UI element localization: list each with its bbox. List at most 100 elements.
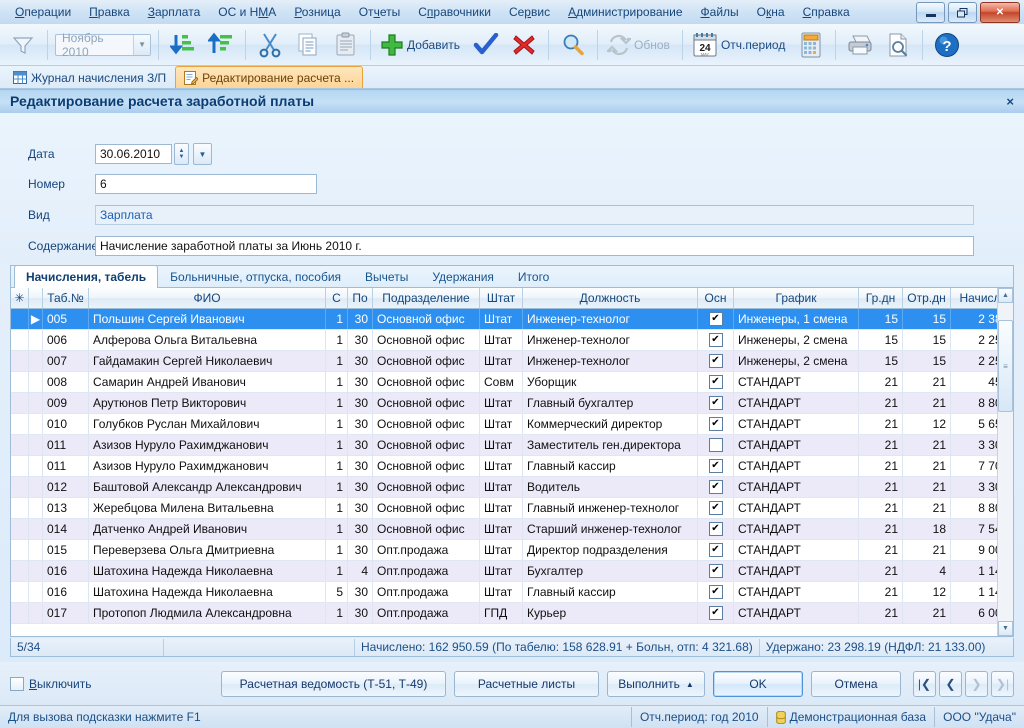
- column-header-fio[interactable]: ФИО: [89, 288, 326, 308]
- checkbox-main-position[interactable]: ✔: [709, 585, 723, 599]
- table-row[interactable]: ▶005Польшин Сергей Иванович130Основной о…: [11, 309, 1013, 330]
- column-header-dept[interactable]: Подразделение: [373, 288, 480, 308]
- scroll-thumb[interactable]: ≡: [998, 320, 1013, 412]
- close-button[interactable]: ✕: [980, 2, 1020, 23]
- column-header-sched[interactable]: График: [734, 288, 859, 308]
- column-header-tabno[interactable]: Таб.№: [43, 288, 89, 308]
- column-header-s[interactable]: С: [326, 288, 348, 308]
- checkbox-main-position[interactable]: ✔: [709, 480, 723, 494]
- checkbox-main-position[interactable]: ✔: [709, 396, 723, 410]
- checkbox-main-position[interactable]: ✔: [709, 417, 723, 431]
- table-row[interactable]: 016Шатохина Надежда Николаевна530Опт.про…: [11, 582, 1013, 603]
- column-header-po[interactable]: По: [348, 288, 373, 308]
- kind-value[interactable]: Зарплата: [95, 205, 974, 225]
- number-input[interactable]: 6: [95, 174, 317, 194]
- checkbox-main-position[interactable]: ✔: [709, 375, 723, 389]
- cancel-button[interactable]: Отмена: [811, 671, 901, 697]
- scroll-down-button[interactable]: ▼: [998, 621, 1013, 636]
- print-button[interactable]: [841, 26, 879, 64]
- checkbox-main-position[interactable]: ✔: [709, 522, 723, 536]
- tab-4[interactable]: Итого: [506, 265, 561, 287]
- content-input[interactable]: Начисление заработной платы за Июнь 2010…: [95, 236, 974, 256]
- table-row[interactable]: 014Датченко Андрей Иванович130Основной о…: [11, 519, 1013, 540]
- menu-item-6[interactable]: Справочники: [409, 2, 500, 22]
- nav-first-button[interactable]: |❮: [913, 671, 936, 697]
- table-row[interactable]: 011Азизов Нуруло Рахимджанович130Основно…: [11, 456, 1013, 477]
- menu-item-7[interactable]: Сервис: [500, 2, 559, 22]
- disable-checkbox[interactable]: [10, 677, 24, 691]
- menu-item-2[interactable]: Зарплата: [139, 2, 210, 22]
- table-row[interactable]: 017Протопоп Людмила Александровна130Опт.…: [11, 603, 1013, 624]
- tab-2[interactable]: Вычеты: [353, 265, 420, 287]
- menu-item-10[interactable]: Окна: [748, 2, 794, 22]
- column-header-osn[interactable]: Осн: [698, 288, 734, 308]
- payslips-button[interactable]: Расчетные листы: [454, 671, 599, 697]
- tab-3[interactable]: Удержания: [420, 265, 506, 287]
- minimize-button[interactable]: [916, 2, 945, 23]
- delete-button[interactable]: [505, 26, 543, 64]
- restore-button[interactable]: [948, 2, 977, 23]
- menu-item-8[interactable]: Администрирование: [559, 2, 691, 22]
- filter-button[interactable]: [4, 26, 42, 64]
- table-row[interactable]: 012Баштовой Александр Александрович130Ос…: [11, 477, 1013, 498]
- table-row[interactable]: 016Шатохина Надежда Николаевна14Опт.прод…: [11, 561, 1013, 582]
- add-button[interactable]: Добавить: [376, 26, 467, 64]
- print-preview-button[interactable]: [879, 26, 917, 64]
- table-row[interactable]: 009Арутюнов Петр Викторович130Основной о…: [11, 393, 1013, 414]
- column-header-post[interactable]: Должность: [523, 288, 698, 308]
- cut-button[interactable]: [251, 26, 289, 64]
- table-row[interactable]: 008Самарин Андрей Иванович130Основной оф…: [11, 372, 1013, 393]
- checkbox-main-position[interactable]: ✔: [709, 312, 723, 326]
- disable-checkbox-row[interactable]: Выключить: [10, 677, 91, 691]
- menu-item-5[interactable]: Отчеты: [350, 2, 410, 22]
- menu-item-3[interactable]: ОС и НМА: [209, 2, 285, 22]
- period-selector[interactable]: Ноябрь 2010 ▼: [55, 34, 151, 56]
- checkbox-main-position[interactable]: ✔: [709, 354, 723, 368]
- date-picker-button[interactable]: ▼: [193, 143, 212, 165]
- menu-item-0[interactable]: Операции: [6, 2, 80, 22]
- nav-previous-button[interactable]: ❮: [939, 671, 962, 697]
- find-button[interactable]: [554, 26, 592, 64]
- table-row[interactable]: 013Жеребцова Милена Витальевна130Основно…: [11, 498, 1013, 519]
- checkbox-main-position[interactable]: ✔: [709, 543, 723, 557]
- payroll-sheet-button[interactable]: Расчетная ведомость (Т-51, Т-49): [221, 671, 446, 697]
- column-header-grdn[interactable]: Гр.дн: [859, 288, 903, 308]
- sort-ascending-button[interactable]: [202, 26, 240, 64]
- menu-item-11[interactable]: Справка: [794, 2, 859, 22]
- table-row[interactable]: 007Гайдамакин Сергей Николаевич130Основн…: [11, 351, 1013, 372]
- table-row[interactable]: 006Алферова Ольга Витальевна130Основной …: [11, 330, 1013, 351]
- column-header-shtat[interactable]: Штат: [480, 288, 523, 308]
- dialog-close-icon[interactable]: ×: [1006, 94, 1014, 109]
- execute-button[interactable]: Выполнить ▲: [607, 671, 705, 697]
- paste-button[interactable]: [327, 26, 365, 64]
- sort-descending-button[interactable]: [164, 26, 202, 64]
- help-button[interactable]: ?: [928, 26, 966, 64]
- checkbox-main-position[interactable]: ✔: [709, 459, 723, 473]
- table-row[interactable]: 011Азизов Нуруло Рахимджанович130Основно…: [11, 435, 1013, 456]
- checkbox-main-position[interactable]: ✔: [709, 501, 723, 515]
- checkbox-main-position[interactable]: [709, 438, 723, 452]
- copy-button[interactable]: [289, 26, 327, 64]
- column-header-otrdn[interactable]: Отр.дн: [903, 288, 951, 308]
- table-row[interactable]: 015Переверзева Ольга Дмитриевна130Опт.пр…: [11, 540, 1013, 561]
- ok-button[interactable]: OK: [713, 671, 803, 697]
- checkbox-main-position[interactable]: ✔: [709, 564, 723, 578]
- table-row[interactable]: 010Голубков Руслан Михайлович130Основной…: [11, 414, 1013, 435]
- confirm-button[interactable]: [467, 26, 505, 64]
- checkbox-main-position[interactable]: ✔: [709, 333, 723, 347]
- menu-item-9[interactable]: Файлы: [692, 2, 748, 22]
- date-input[interactable]: 30.06.2010: [95, 144, 172, 164]
- date-spinner[interactable]: ▲▼: [174, 143, 189, 165]
- scroll-up-button[interactable]: ▲: [998, 288, 1013, 303]
- calculator-button[interactable]: [792, 26, 830, 64]
- checkbox-main-position[interactable]: ✔: [709, 606, 723, 620]
- menu-item-1[interactable]: Правка: [80, 2, 139, 22]
- report-period-button[interactable]: 24 MAY Отч.период: [688, 26, 792, 64]
- grid-vertical-scrollbar[interactable]: ▲ ≡ ▼: [997, 288, 1013, 636]
- refresh-button[interactable]: Обнов: [603, 26, 677, 64]
- column-header-ind[interactable]: [29, 288, 43, 308]
- column-header-mark[interactable]: ✳: [11, 288, 29, 308]
- window-tab-journal[interactable]: Журнал начисления З/П: [4, 66, 175, 88]
- menu-item-4[interactable]: Розница: [285, 2, 349, 22]
- window-tab-edit-calculation[interactable]: Редактирование расчета ...: [175, 66, 363, 88]
